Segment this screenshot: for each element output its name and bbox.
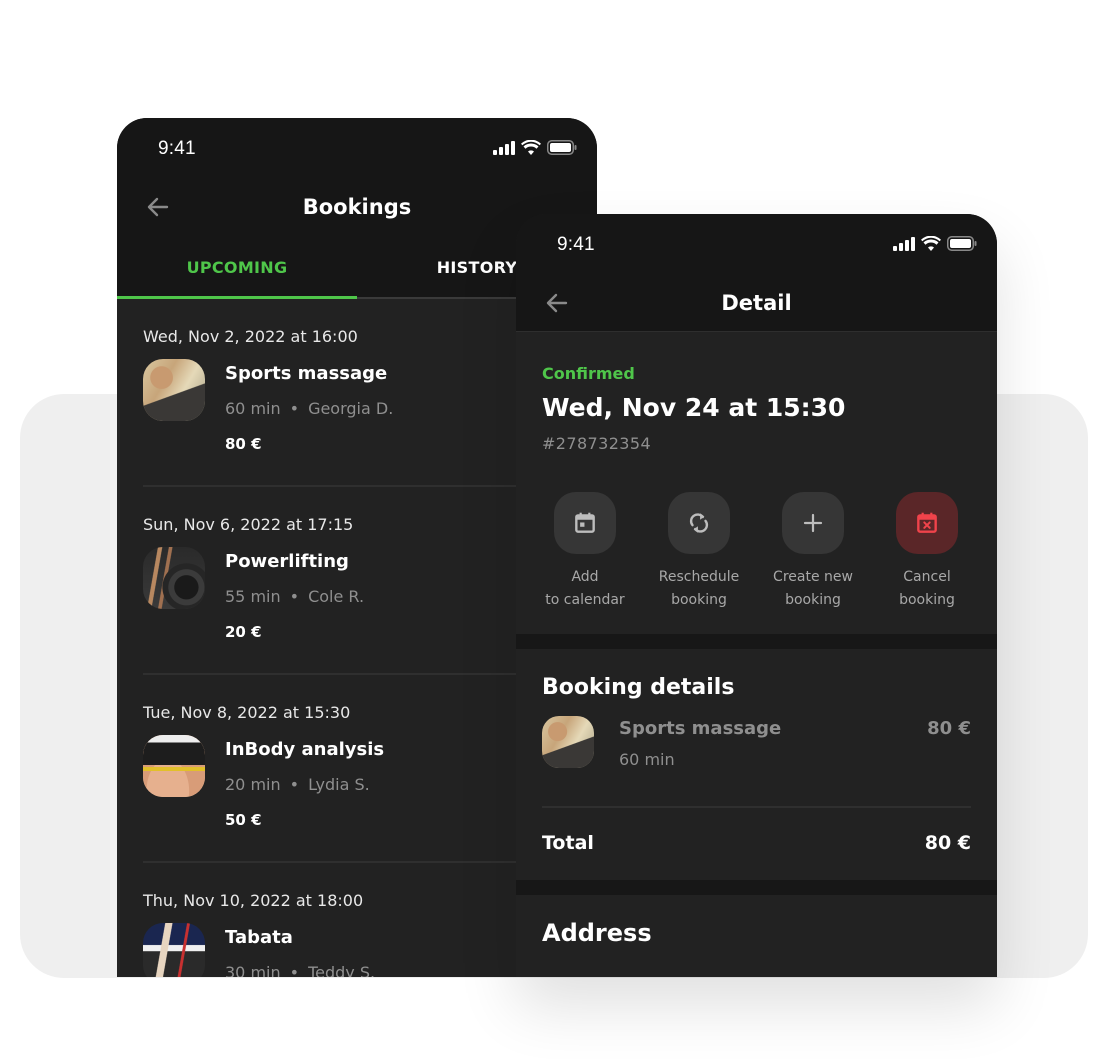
- booking-name: Powerlifting: [225, 551, 349, 572]
- action-label: Cancel booking: [899, 569, 955, 608]
- battery-icon: [947, 236, 977, 251]
- tab-upcoming[interactable]: UPCOMING: [117, 236, 357, 299]
- booking-duration: 20 min: [225, 775, 281, 794]
- booking-name: InBody analysis: [225, 739, 385, 760]
- booking-item[interactable]: Wed, Nov 2, 2022 at 16:00 Sports massage…: [143, 299, 517, 487]
- cancel-booking-button[interactable]: Cancel booking: [870, 492, 984, 612]
- line-item-price: 80 €: [927, 718, 971, 739]
- action-row: Add to calendar Reschedule booking Create …: [528, 492, 984, 612]
- booking-name: Tabata: [225, 927, 293, 948]
- booking-duration: 30 min: [225, 963, 281, 977]
- wifi-icon: [521, 140, 541, 155]
- section-heading: Booking details: [542, 675, 735, 700]
- powerlifting-photo: [143, 547, 205, 609]
- status-bar: 9:41: [516, 214, 997, 274]
- refresh-icon: [689, 513, 709, 533]
- booking-meta: 20 min • Lydia S.: [225, 775, 370, 794]
- booking-date: Thu, Nov 10, 2022 at 18:00: [143, 891, 364, 910]
- reschedule-booking-button[interactable]: Reschedule booking: [642, 492, 756, 612]
- booking-date: Tue, Nov 8, 2022 at 15:30: [143, 703, 351, 722]
- action-label: Add to calendar: [545, 569, 625, 608]
- booking-price: 20 €: [225, 623, 262, 641]
- address-section: Address: [516, 895, 997, 947]
- total-row: Total 80 €: [542, 808, 971, 878]
- cancel-icon-button[interactable]: [896, 492, 958, 554]
- status-badge: Confirmed: [542, 364, 635, 383]
- status-icons: [893, 236, 977, 251]
- add-to-calendar-icon-button[interactable]: [554, 492, 616, 554]
- calendar-icon: [575, 512, 595, 533]
- status-time: 9:41: [557, 234, 595, 255]
- booking-item[interactable]: Tue, Nov 8, 2022 at 15:30 InBody analysi…: [143, 675, 517, 863]
- total-label: Total: [542, 832, 594, 854]
- nav-bar: Detail: [516, 274, 997, 332]
- total-value: 80 €: [924, 832, 971, 854]
- calendar-cancel-icon: [917, 512, 937, 533]
- status-icons: [493, 140, 577, 155]
- dot-separator: •: [289, 587, 300, 606]
- booking-meta: 55 min • Cole R.: [225, 587, 364, 606]
- dot-separator: •: [289, 963, 300, 977]
- booking-trainer: Lydia S.: [308, 775, 370, 794]
- tabata-photo: [143, 923, 205, 977]
- booking-meta: 30 min • Teddy S.: [225, 963, 375, 977]
- signal-icon: [493, 140, 515, 155]
- booking-date: Wed, Nov 2, 2022 at 16:00: [143, 327, 358, 346]
- booking-item[interactable]: Thu, Nov 10, 2022 at 18:00 Tabata 30 min…: [143, 863, 517, 977]
- booking-duration: 60 min: [225, 399, 281, 418]
- line-item-duration: 60 min: [619, 750, 675, 769]
- action-label: Create new booking: [773, 569, 853, 608]
- massage-photo: [143, 359, 205, 421]
- status-bar: 9:41: [117, 118, 597, 178]
- booking-trainer: Teddy S.: [308, 963, 376, 977]
- section-divider: [516, 880, 997, 895]
- booking-item[interactable]: Sun, Nov 6, 2022 at 17:15 Powerlifting 5…: [143, 487, 517, 675]
- inbody-photo: [143, 735, 205, 797]
- booking-datetime: Wed, Nov 24 at 15:30: [542, 393, 846, 422]
- back-button[interactable]: [145, 194, 171, 220]
- booking-name: Sports massage: [225, 363, 388, 384]
- dot-separator: •: [289, 775, 300, 794]
- detail-screen: 9:41 Detail Confirmed Wed, Nov 24 at 15:…: [516, 214, 997, 977]
- plus-icon: [803, 513, 823, 533]
- booking-trainer: Georgia D.: [308, 399, 394, 418]
- booking-id: #278732354: [542, 434, 652, 453]
- booking-price: 80 €: [225, 435, 262, 453]
- booking-price: 50 €: [225, 811, 262, 829]
- section-divider: [516, 634, 997, 649]
- booking-date: Sun, Nov 6, 2022 at 17:15: [143, 515, 354, 534]
- status-time: 9:41: [158, 138, 196, 159]
- create-new-icon-button[interactable]: [782, 492, 844, 554]
- page-title: Bookings: [302, 195, 412, 219]
- action-label: Reschedule booking: [658, 569, 740, 608]
- massage-photo: [542, 716, 594, 768]
- wifi-icon: [921, 236, 941, 251]
- booking-duration: 55 min: [225, 587, 281, 606]
- add-to-calendar-button[interactable]: Add to calendar: [528, 492, 642, 612]
- arrow-left-icon: [546, 293, 568, 313]
- line-item: Sports massage 60 min 80 €: [542, 716, 971, 808]
- line-item-name: Sports massage: [619, 718, 782, 739]
- booking-meta: 60 min • Georgia D.: [225, 399, 393, 418]
- page-title: Detail: [721, 290, 792, 315]
- booking-summary: Confirmed Wed, Nov 24 at 15:30 #27873235…: [516, 332, 997, 634]
- back-button[interactable]: [544, 290, 570, 316]
- dot-separator: •: [289, 399, 300, 418]
- booking-details-section: Booking details Sports massage 60 min 80…: [516, 649, 997, 880]
- section-heading: Address: [542, 919, 652, 947]
- booking-trainer: Cole R.: [308, 587, 365, 606]
- create-new-booking-button[interactable]: Create new booking: [756, 492, 870, 612]
- battery-icon: [547, 140, 577, 155]
- arrow-left-icon: [147, 197, 169, 217]
- reschedule-icon-button[interactable]: [668, 492, 730, 554]
- signal-icon: [893, 236, 915, 251]
